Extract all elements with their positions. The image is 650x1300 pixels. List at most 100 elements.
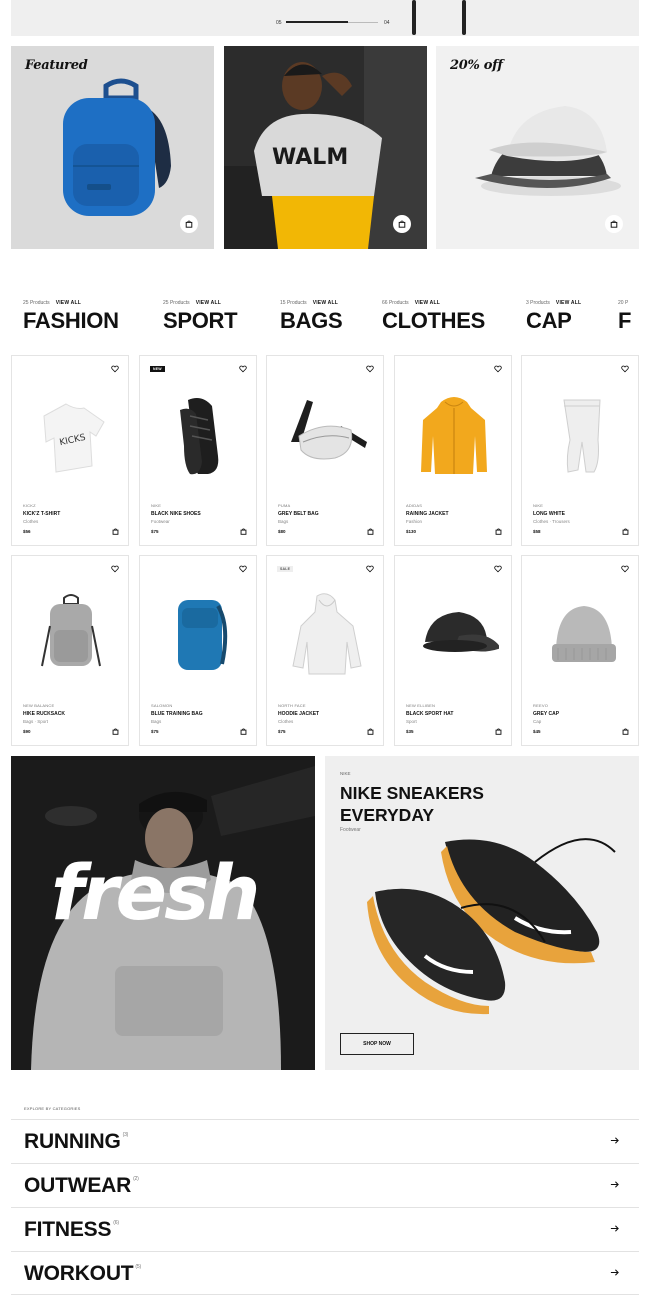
product-card[interactable]: SALOMON BLUE TRAINING BAG Bags $75 [139, 555, 257, 746]
bag-icon[interactable] [495, 728, 502, 735]
category-bags[interactable]: 15 Products VIEW ALL BAGS [280, 300, 343, 334]
view-all-link[interactable]: VIEW ALL [196, 300, 221, 306]
product-price: $56 [23, 529, 31, 534]
bag-icon [185, 220, 193, 228]
new-badge: NEW [150, 366, 165, 372]
heart-icon[interactable] [111, 365, 119, 373]
heart-icon[interactable] [494, 365, 502, 373]
promo-brand: NIKE [340, 771, 351, 776]
product-card[interactable]: REEVO GREY CAP Cap $45 [521, 555, 639, 746]
category-name: SPORT [163, 308, 238, 333]
product-card[interactable]: NEW ELLIBEN BLACK SPORT HAT Sport $35 [394, 555, 512, 746]
product-card[interactable]: KICKS KICKZ KICK'Z T-SHIRT Clothes $56 [11, 355, 129, 546]
category-count: 66 Products [382, 300, 409, 306]
product-category: Clothes · Trousers [533, 519, 570, 524]
product-name[interactable]: LONG WHITE [533, 511, 565, 517]
sale-badge: SALE [277, 566, 294, 572]
category-partial[interactable]: 20 P F [618, 300, 650, 334]
category-fashion[interactable]: 25 Products VIEW ALL FASHION [23, 300, 119, 334]
product-category: Fashion [406, 519, 423, 524]
product-name[interactable]: HOODIE JACKET [278, 711, 319, 717]
heart-icon[interactable] [239, 365, 247, 373]
product-name[interactable]: GREY CAP [533, 711, 559, 717]
view-all-link[interactable]: VIEW ALL [313, 300, 338, 306]
feature-tile-caps[interactable]: 20% off [436, 46, 639, 249]
add-to-cart-button[interactable] [393, 215, 411, 233]
product-card[interactable]: SALE NORTH FACE HOODIE JACKET Clothes $7… [266, 555, 384, 746]
bag-icon[interactable] [622, 528, 629, 535]
hoodie-image [292, 593, 362, 675]
slider-current: 05 [276, 20, 282, 26]
product-name[interactable]: BLUE TRAINING BAG [151, 711, 203, 717]
bag-icon[interactable] [240, 728, 247, 735]
product-name[interactable]: GREY BELT BAG [278, 511, 319, 517]
tshirt-image: KICKS [43, 403, 105, 473]
slider-progress[interactable] [286, 21, 378, 23]
bag-icon[interactable] [495, 528, 502, 535]
add-to-cart-button[interactable] [180, 215, 198, 233]
view-all-link[interactable]: VIEW ALL [415, 300, 440, 306]
product-card[interactable]: NIKE LONG WHITE Clothes · Trousers $58 [521, 355, 639, 546]
feature-tile-backpack[interactable]: Featured [11, 46, 214, 249]
product-price: $80 [278, 529, 286, 534]
bag-icon [398, 220, 406, 228]
product-card[interactable]: NEW BALANCE HIKE RUCKSACK Bags · Sport $… [11, 555, 129, 746]
heart-icon[interactable] [366, 365, 374, 373]
promo-subtitle: Footwear [340, 827, 361, 833]
product-category: Bags [278, 519, 289, 524]
explore-item-label: RUNNING (3) [24, 1130, 128, 1154]
heart-icon[interactable] [111, 565, 119, 573]
bag-icon[interactable] [622, 728, 629, 735]
nike-promo-banner[interactable]: NIKE NIKE SNEAKERS EVERYDAY Footwear SHO… [325, 756, 639, 1070]
product-card[interactable]: PUMA GREY BELT BAG Bags $80 [266, 355, 384, 546]
explore-item-count: (3) [122, 1132, 129, 1138]
product-name[interactable]: BLACK NIKE SHOES [151, 511, 201, 517]
shop-now-button[interactable]: SHOP NOW [340, 1033, 414, 1055]
feature-tile-model[interactable]: WALM [224, 46, 427, 249]
view-all-link[interactable]: VIEW ALL [556, 300, 581, 306]
heart-icon[interactable] [366, 565, 374, 573]
category-name: FASHION [23, 308, 119, 333]
svg-text:WALM: WALM [272, 145, 348, 170]
explore-item-label: OUTWEAR (2) [24, 1174, 139, 1198]
view-all-link[interactable]: VIEW ALL [56, 300, 81, 306]
heart-icon[interactable] [621, 565, 629, 573]
product-card[interactable]: ADIDAS RAINING JACKET Fashion $130 [394, 355, 512, 546]
blue-backpack-image [63, 78, 171, 216]
product-strap-right [462, 0, 466, 35]
bag-icon[interactable] [367, 528, 374, 535]
hero-slider-strip: 05 04 [11, 0, 639, 36]
fresh-promo-banner[interactable]: fresh [11, 756, 315, 1070]
bag-icon[interactable] [112, 728, 119, 735]
explore-item-workout[interactable]: WORKOUT (5) [11, 1251, 639, 1295]
bag-icon[interactable] [112, 528, 119, 535]
grey-beanie-image [552, 606, 616, 662]
category-cap[interactable]: 3 Products VIEW ALL CAP [526, 300, 581, 334]
explore-item-outwear[interactable]: OUTWEAR (2) [11, 1163, 639, 1207]
bag-icon[interactable] [367, 728, 374, 735]
bag-icon [610, 220, 618, 228]
product-brand: NEW BALANCE [23, 703, 55, 708]
category-count: 3 Products [526, 300, 550, 306]
explore-item-fitness[interactable]: FITNESS (6) [11, 1207, 639, 1251]
product-name[interactable]: BLACK SPORT HAT [406, 711, 453, 717]
product-card[interactable]: NEW NIKE BLACK NIKE SHOES Footwear $75 [139, 355, 257, 546]
bag-icon[interactable] [240, 528, 247, 535]
product-name[interactable]: RAINING JACKET [406, 511, 449, 517]
heart-icon[interactable] [239, 565, 247, 573]
feature-tag: Featured [25, 58, 88, 73]
product-name[interactable]: KICK'Z T-SHIRT [23, 511, 60, 517]
product-price: $75 [278, 729, 286, 734]
category-sport[interactable]: 25 Products VIEW ALL SPORT [163, 300, 238, 334]
heart-icon[interactable] [494, 565, 502, 573]
heart-icon[interactable] [621, 365, 629, 373]
explore-item-running[interactable]: RUNNING (3) [11, 1119, 639, 1163]
product-name[interactable]: HIKE RUCKSACK [23, 711, 65, 717]
product-price: $75 [151, 529, 159, 534]
explore-item-text: WORKOUT [24, 1262, 134, 1285]
explore-item-count: (5) [135, 1264, 141, 1270]
product-category: Bags · Sport [23, 719, 49, 724]
add-to-cart-button[interactable] [605, 215, 623, 233]
grey-rucksack-image [41, 594, 101, 667]
category-clothes[interactable]: 66 Products VIEW ALL CLOTHES [382, 300, 485, 334]
